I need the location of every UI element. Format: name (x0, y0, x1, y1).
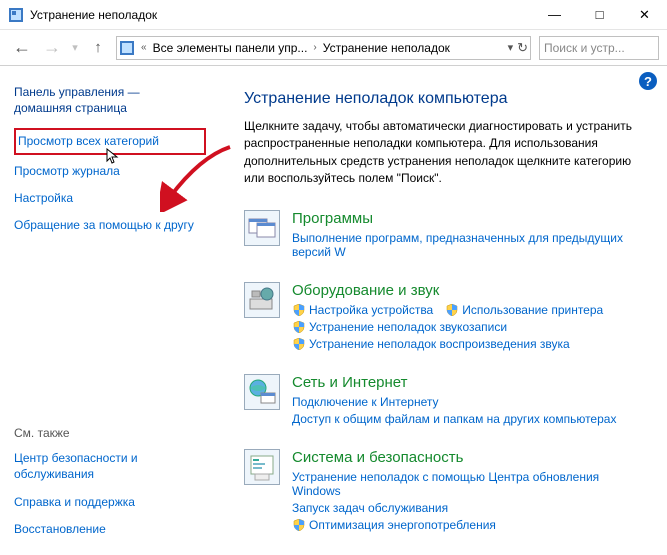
link-windows-update[interactable]: Устранение неполадок с помощью Центра об… (292, 470, 645, 498)
sidebar-link-security-center[interactable]: Центр безопасности и обслуживания (14, 450, 206, 482)
forward-button[interactable]: → (38, 34, 66, 62)
system-icon (244, 449, 280, 485)
address-icon (119, 40, 135, 56)
maximize-button[interactable]: □ (577, 0, 622, 29)
link-shares[interactable]: Доступ к общим файлам и папкам на других… (292, 412, 616, 426)
link-maintenance[interactable]: Запуск задач обслуживания (292, 501, 448, 515)
link-printer[interactable]: Использование принтера (462, 303, 603, 317)
programs-icon (244, 210, 280, 246)
up-button[interactable]: ↑ (88, 34, 108, 62)
hardware-icon (244, 282, 280, 318)
address-dropdown-icon[interactable]: ▾ (508, 41, 514, 54)
chevron-left-icon: « (139, 42, 149, 53)
category-system: Система и безопасность Устранение непола… (244, 449, 657, 535)
link-sound-play[interactable]: Устранение неполадок воспроизведения зву… (309, 337, 570, 351)
titlebar: Устранение неполадок — □ ✕ (0, 0, 667, 30)
cursor-icon (106, 148, 120, 171)
category-title[interactable]: Оборудование и звук (292, 282, 657, 299)
shield-icon (445, 303, 459, 317)
shield-icon (292, 518, 306, 532)
chevron-right-icon: › (311, 42, 318, 53)
window-title: Устранение неполадок (30, 8, 532, 22)
refresh-icon[interactable]: ↻ (517, 40, 528, 56)
back-button[interactable]: ← (8, 34, 36, 62)
history-dropdown[interactable]: ▾ (68, 34, 82, 62)
sidebar-link-restore[interactable]: Восстановление (14, 521, 106, 537)
category-title[interactable]: Система и безопасность (292, 449, 657, 466)
address-bar[interactable]: « Все элементы панели упр... › Устранени… (116, 36, 531, 60)
minimize-button[interactable]: — (532, 0, 577, 29)
link-internet[interactable]: Подключение к Интернету (292, 395, 439, 409)
see-also-heading: См. также (14, 426, 206, 440)
sidebar: Панель управления — домашняя страница Пр… (0, 66, 220, 555)
link-sound-record[interactable]: Устранение неполадок звукозаписи (309, 320, 507, 334)
breadcrumb-item[interactable]: Все элементы панели упр... (153, 41, 308, 55)
shield-icon (292, 337, 306, 351)
category-title[interactable]: Сеть и Интернет (292, 374, 657, 391)
navbar: ← → ▾ ↑ « Все элементы панели упр... › У… (0, 30, 667, 66)
network-icon (244, 374, 280, 410)
category-title[interactable]: Программы (292, 210, 657, 227)
page-title: Устранение неполадок компьютера (244, 90, 657, 108)
close-button[interactable]: ✕ (622, 0, 667, 29)
link-run-old-programs[interactable]: Выполнение программ, предназначенных для… (292, 231, 645, 259)
control-panel-icon (8, 7, 24, 23)
category-programs: Программы Выполнение программ, предназна… (244, 210, 657, 262)
sidebar-link-help[interactable]: Справка и поддержка (14, 494, 135, 510)
breadcrumb-item[interactable]: Устранение неполадок (323, 41, 450, 55)
search-input[interactable] (544, 41, 654, 55)
category-hardware: Оборудование и звук Настройка устройства… (244, 282, 657, 354)
sidebar-link-ask-friend[interactable]: Обращение за помощью к другу (14, 217, 206, 233)
link-power[interactable]: Оптимизация энергопотребления (309, 518, 496, 532)
page-description: Щелкните задачу, чтобы автоматически диа… (244, 118, 644, 188)
shield-icon (292, 303, 306, 317)
category-network: Сеть и Интернет Подключение к Интернету … (244, 374, 657, 429)
link-device-setup[interactable]: Настройка устройства (309, 303, 433, 317)
search-box[interactable] (539, 36, 659, 60)
main-panel: Устранение неполадок компьютера Щелкните… (220, 66, 667, 555)
sidebar-heading[interactable]: Панель управления — домашняя страница (14, 84, 206, 116)
sidebar-link-settings[interactable]: Настройка (14, 190, 206, 206)
sidebar-link-view-all[interactable]: Просмотр всех категорий (14, 128, 206, 154)
shield-icon (292, 320, 306, 334)
